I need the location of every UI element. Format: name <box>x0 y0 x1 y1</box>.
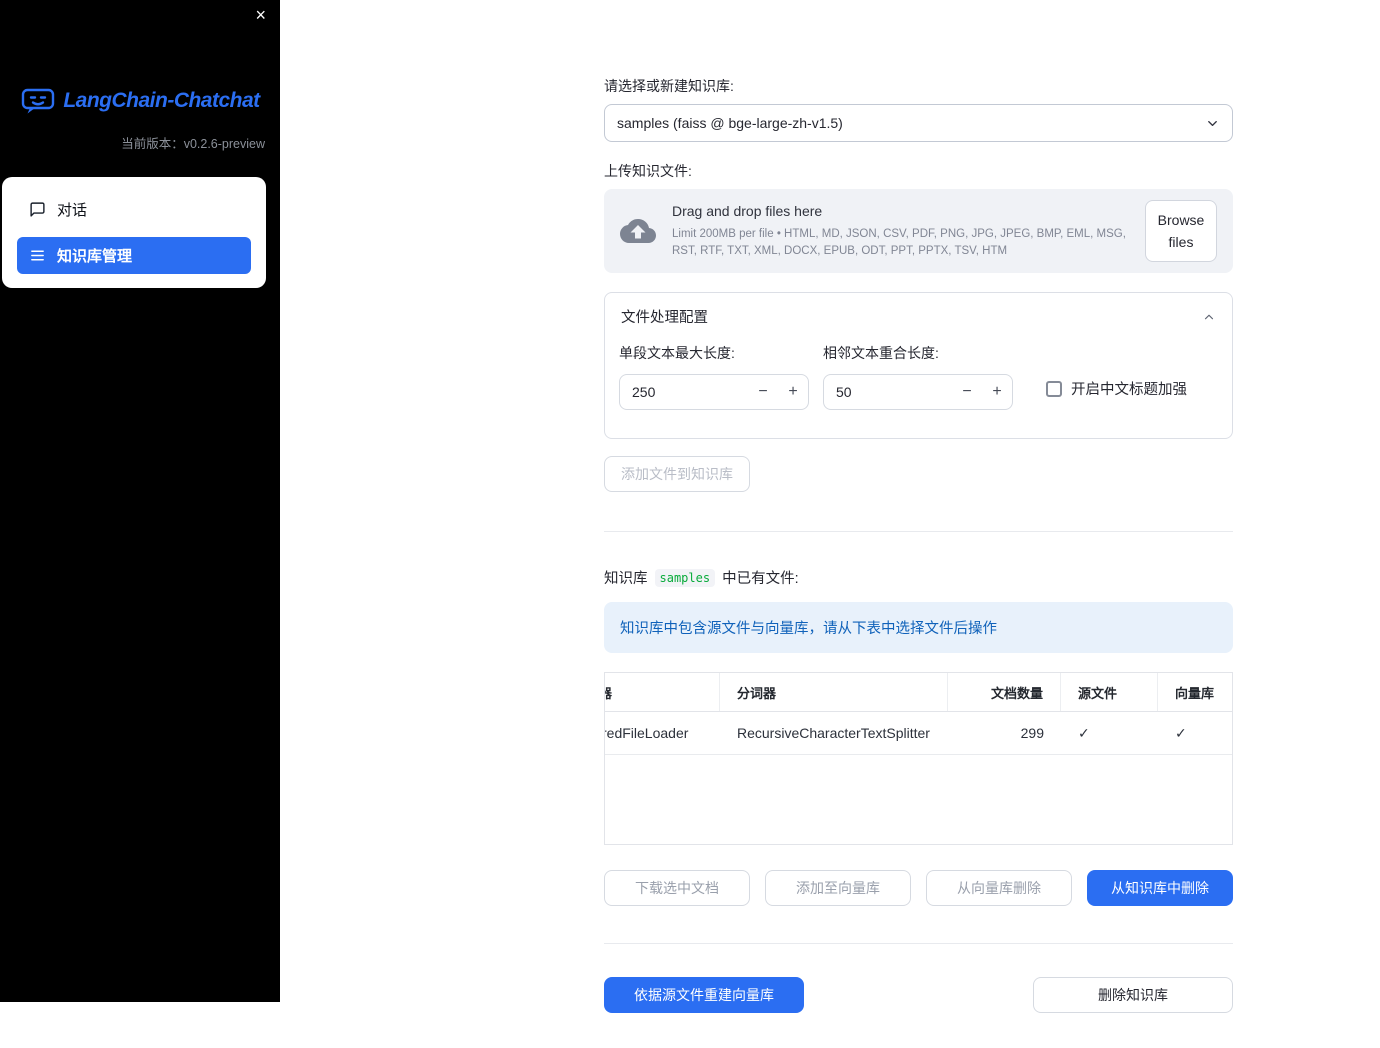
dropzone-title: Drag and drop files here <box>672 202 823 219</box>
version-label: 当前版本：v0.2.6-preview <box>121 137 265 151</box>
sidebar-item-label: 对话 <box>57 202 88 219</box>
main-area: 请选择或新建知识库: samples (faiss @ bge-large-zh… <box>280 0 1380 1048</box>
table-row[interactable]: redFileLoader RecursiveCharacterTextSpli… <box>605 712 1232 755</box>
divider <box>604 531 1233 532</box>
chunk-overlap-field: 相邻文本重合长度: 50 − + <box>823 343 1013 410</box>
cell-vector-check: ✓ <box>1175 724 1187 741</box>
list-icon <box>31 250 44 261</box>
chunk-size-input[interactable]: 250 − + <box>619 374 809 410</box>
chat-bubble-icon <box>30 202 45 217</box>
column-header-loader[interactable]: 器 <box>605 673 720 711</box>
kb-select-value: samples (faiss @ bge-large-zh-v1.5) <box>617 115 843 131</box>
files-table: 器 分词器 文档数量 源文件 向量库 redFileLoader Recursi… <box>604 672 1233 845</box>
zh-title-enhance-checkbox[interactable] <box>1046 380 1062 397</box>
kb-select-label: 请选择或新建知识库: <box>604 78 734 94</box>
sidebar-close-icon[interactable]: × <box>255 6 266 24</box>
chunk-overlap-label: 相邻文本重合长度: <box>823 345 939 361</box>
table-header: 器 分词器 文档数量 源文件 向量库 <box>605 673 1232 712</box>
row-actions: 下载选中文档 添加至向量库 从向量库删除 从知识库中删除 <box>604 870 1233 906</box>
upload-label: 上传知识文件: <box>604 163 692 179</box>
app-logo: LangChain-Chatchat <box>0 86 280 116</box>
add-to-vector-store-button[interactable]: 添加至向量库 <box>765 870 911 906</box>
chunk-size-value[interactable]: 250 <box>620 384 748 400</box>
dropzone-hint: Limit 200MB per file • HTML, MD, JSON, C… <box>672 227 1126 257</box>
chunk-overlap-input[interactable]: 50 − + <box>823 374 1013 410</box>
column-header-source-file[interactable]: 源文件 <box>1061 673 1158 711</box>
increment-button[interactable]: + <box>982 383 1012 401</box>
sidebar: × LangChain-Chatchat 当前版本：v0.2.6-preview… <box>0 0 280 1002</box>
delete-from-kb-button[interactable]: 从知识库中删除 <box>1087 870 1233 906</box>
chevron-up-icon <box>1204 314 1214 319</box>
kb-actions: 依据源文件重建向量库 删除知识库 <box>604 977 1233 1013</box>
column-header-vector-store[interactable]: 向量库 <box>1158 673 1232 711</box>
delete-kb-button[interactable]: 删除知识库 <box>1033 977 1233 1013</box>
logo-title: LangChain-Chatchat <box>63 89 260 112</box>
sidebar-item-dialogue[interactable]: 对话 <box>17 191 251 228</box>
delete-from-vector-store-button[interactable]: 从向量库删除 <box>926 870 1072 906</box>
decrement-button[interactable]: − <box>748 383 778 401</box>
cell-source-check: ✓ <box>1078 724 1090 741</box>
sidebar-menu: 对话 知识库管理 <box>2 177 266 288</box>
existing-files-heading: 知识库 samples 中已有文件: <box>604 567 1233 588</box>
existing-files-suffix: 中已有文件: <box>722 571 799 587</box>
chunk-size-label: 单段文本最大长度: <box>619 345 735 361</box>
decrement-button[interactable]: − <box>952 383 982 401</box>
chat-logo-icon <box>22 88 55 114</box>
sidebar-item-knowledge-base[interactable]: 知识库管理 <box>17 237 251 274</box>
zh-title-enhance-label: 开启中文标题加强 <box>1071 382 1187 398</box>
zh-title-enhance-row: 开启中文标题加强 <box>1046 378 1187 399</box>
info-banner: 知识库中包含源文件与向量库，请从下表中选择文件后操作 <box>604 602 1233 653</box>
sidebar-item-label: 知识库管理 <box>57 248 133 265</box>
column-header-splitter[interactable]: 分词器 <box>720 673 948 711</box>
chevron-down-icon <box>1208 120 1217 126</box>
cell-loader: redFileLoader <box>604 725 689 741</box>
browse-files-button[interactable]: Browse files <box>1145 199 1217 263</box>
column-header-doc-count[interactable]: 文档数量 <box>948 673 1061 711</box>
chunk-overlap-value[interactable]: 50 <box>824 384 952 400</box>
cloud-upload-icon <box>620 219 656 243</box>
rebuild-vector-store-button[interactable]: 依据源文件重建向量库 <box>604 977 804 1013</box>
kb-select[interactable]: samples (faiss @ bge-large-zh-v1.5) <box>604 104 1233 142</box>
expander-body: 单段文本最大长度: 250 − + 相邻文本重合长度: 50 − + 开启中文标… <box>605 338 1232 438</box>
divider <box>604 943 1233 944</box>
expander-header[interactable]: 文件处理配置 <box>605 293 1232 338</box>
dropzone-text: Drag and drop files here Limit 200MB per… <box>672 203 1129 259</box>
chunk-size-field: 单段文本最大长度: 250 − + <box>619 343 809 410</box>
increment-button[interactable]: + <box>778 383 808 401</box>
cell-splitter: RecursiveCharacterTextSplitter <box>737 725 930 741</box>
add-files-to-kb-button[interactable]: 添加文件到知识库 <box>604 456 750 492</box>
file-config-expander: 文件处理配置 单段文本最大长度: 250 − + 相邻文本重合长度: 50 − … <box>604 292 1233 439</box>
expander-title: 文件处理配置 <box>621 310 708 326</box>
existing-files-prefix: 知识库 <box>604 571 648 587</box>
download-selected-button[interactable]: 下载选中文档 <box>604 870 750 906</box>
cell-doc-count: 299 <box>1020 725 1044 741</box>
file-dropzone[interactable]: Drag and drop files here Limit 200MB per… <box>604 189 1233 273</box>
kb-name-code: samples <box>654 568 716 587</box>
